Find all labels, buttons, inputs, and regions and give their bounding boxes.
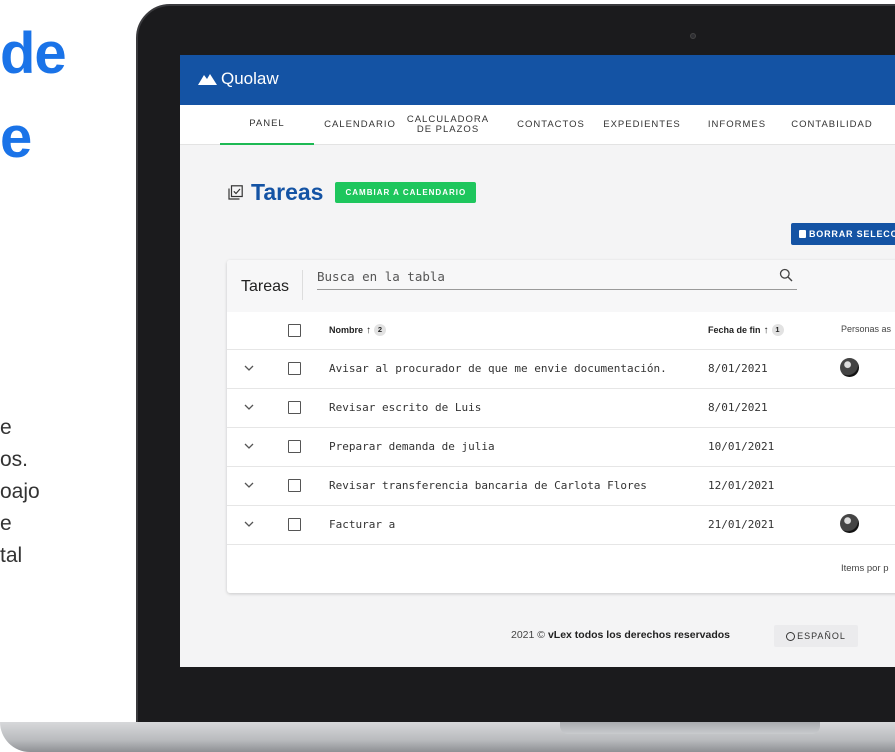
table-row[interactable]: Facturar a 21/01/2021 xyxy=(227,506,895,545)
delete-selected-label: BORRAR SELECC xyxy=(809,229,895,239)
table-header-bar: Tareas Busca en la tabla xyxy=(227,260,895,312)
task-end-date: 10/01/2021 xyxy=(708,440,775,453)
task-name: Revisar escrito de Luis xyxy=(329,401,482,414)
task-list-icon xyxy=(228,185,243,200)
nav-item-contactos[interactable]: CONTACTOS xyxy=(508,105,594,145)
side-text-line: os. xyxy=(0,448,29,471)
nav-item-calculadora[interactable]: CALCULADORA DE PLAZOS xyxy=(406,105,490,145)
column-header-name[interactable]: Nombre ↑ 2 xyxy=(329,324,387,336)
table-row[interactable]: Revisar escrito de Luis 8/01/2021 xyxy=(227,389,895,428)
app-footer: 2021 © vLex todos los derechos reservado… xyxy=(180,615,895,667)
page-title-row: Tareas CAMBIAR A CALENDARIO xyxy=(228,179,477,206)
task-end-date: 8/01/2021 xyxy=(708,401,768,414)
footer-copyright: 2021 © vLex todos los derechos reservado… xyxy=(511,629,730,641)
brand-logo[interactable]: Quolaw xyxy=(196,69,279,89)
hero-heading-fragment-2: e xyxy=(0,105,33,170)
table-row[interactable]: Avisar al procurador de que me envie doc… xyxy=(227,350,895,389)
table-pagination: Items por p xyxy=(227,545,895,593)
table-row[interactable]: Preparar demanda de julia 10/01/2021 xyxy=(227,428,895,467)
table-header-row: Nombre ↑ 2 Fecha de fin ↑ 1 Personas as xyxy=(227,312,895,350)
nav-item-contabilidad[interactable]: CONTABILIDAD xyxy=(784,105,880,145)
side-text-line: e xyxy=(0,416,12,439)
expand-chevron-icon[interactable] xyxy=(244,364,254,372)
column-header-people[interactable]: Personas as xyxy=(841,324,891,334)
search-icon[interactable] xyxy=(779,268,793,282)
table-title: Tareas xyxy=(241,278,290,295)
language-selector-button[interactable]: ESPAÑOL xyxy=(774,625,858,647)
assignee-avatar[interactable] xyxy=(840,514,859,533)
row-checkbox[interactable] xyxy=(288,479,301,492)
expand-chevron-icon[interactable] xyxy=(244,520,254,528)
row-checkbox[interactable] xyxy=(288,362,301,375)
sort-arrow-icon: ↑ xyxy=(763,324,769,336)
row-checkbox[interactable] xyxy=(288,401,301,414)
column-name-label: Nombre xyxy=(329,325,364,335)
cloud-logo-icon xyxy=(198,74,217,85)
expand-chevron-icon[interactable] xyxy=(244,403,254,411)
task-end-date: 21/01/2021 xyxy=(708,518,775,531)
brand-name: Quolaw xyxy=(221,69,279,88)
side-text-line: oajo xyxy=(0,480,40,503)
laptop-screen: Quolaw PANEL CALENDARIO CALCULADORA DE PL… xyxy=(180,55,895,667)
task-name: Preparar demanda de julia xyxy=(329,440,495,453)
task-end-date: 12/01/2021 xyxy=(708,479,775,492)
nav-item-expedientes[interactable]: EXPEDIENTES xyxy=(600,105,684,145)
globe-icon xyxy=(786,631,796,641)
search-placeholder: Busca en la tabla xyxy=(317,269,445,284)
footer-year: 2021 © xyxy=(511,629,546,641)
column-header-end-date[interactable]: Fecha de fin ↑ 1 xyxy=(708,324,784,336)
items-per-page-label: Items por p xyxy=(841,563,889,574)
nav-item-calendario[interactable]: CALENDARIO xyxy=(322,105,398,145)
side-text-line: e xyxy=(0,512,12,535)
column-end-date-label: Fecha de fin xyxy=(708,325,761,335)
task-name: Revisar transferencia bancaria de Carlot… xyxy=(329,479,647,492)
laptop-notch xyxy=(560,722,820,734)
tasks-table-card: Tareas Busca en la tabla Nombre ↑ 2 Fech… xyxy=(227,260,895,593)
trash-icon xyxy=(799,230,806,238)
select-all-checkbox[interactable] xyxy=(288,324,301,337)
hero-heading-fragment-1: de xyxy=(0,21,67,86)
header-divider xyxy=(302,270,303,300)
assignee-avatar[interactable] xyxy=(840,358,859,377)
table-row[interactable]: Revisar transferencia bancaria de Carlot… xyxy=(227,467,895,506)
main-nav: PANEL CALENDARIO CALCULADORA DE PLAZOS CO… xyxy=(180,105,895,145)
side-text-line: tal xyxy=(0,544,23,567)
row-checkbox[interactable] xyxy=(288,518,301,531)
expand-chevron-icon[interactable] xyxy=(244,481,254,489)
nav-item-panel[interactable]: PANEL xyxy=(220,105,314,145)
delete-selected-button[interactable]: BORRAR SELECC xyxy=(791,223,895,245)
row-checkbox[interactable] xyxy=(288,440,301,453)
marketing-stage: de e e os. oajo e tal Quolaw PANEL CALEN… xyxy=(0,0,895,752)
sort-order-badge: 1 xyxy=(771,324,784,336)
sort-order-badge: 2 xyxy=(374,324,387,336)
language-label: ESPAÑOL xyxy=(797,631,846,641)
sort-arrow-icon: ↑ xyxy=(366,324,372,336)
nav-item-informes[interactable]: INFORMES xyxy=(700,105,774,145)
task-end-date: 8/01/2021 xyxy=(708,362,768,375)
expand-chevron-icon[interactable] xyxy=(244,442,254,450)
footer-rights: vLex todos los derechos reservados xyxy=(547,629,731,641)
laptop-camera xyxy=(690,33,696,39)
page-title: Tareas xyxy=(251,179,324,205)
table-search-input[interactable]: Busca en la tabla xyxy=(317,266,797,290)
task-name: Facturar a xyxy=(329,518,396,531)
switch-to-calendar-button[interactable]: CAMBIAR A CALENDARIO xyxy=(335,182,477,203)
task-name: Avisar al procurador de que me envie doc… xyxy=(329,362,667,375)
app-topbar: Quolaw xyxy=(180,55,895,105)
